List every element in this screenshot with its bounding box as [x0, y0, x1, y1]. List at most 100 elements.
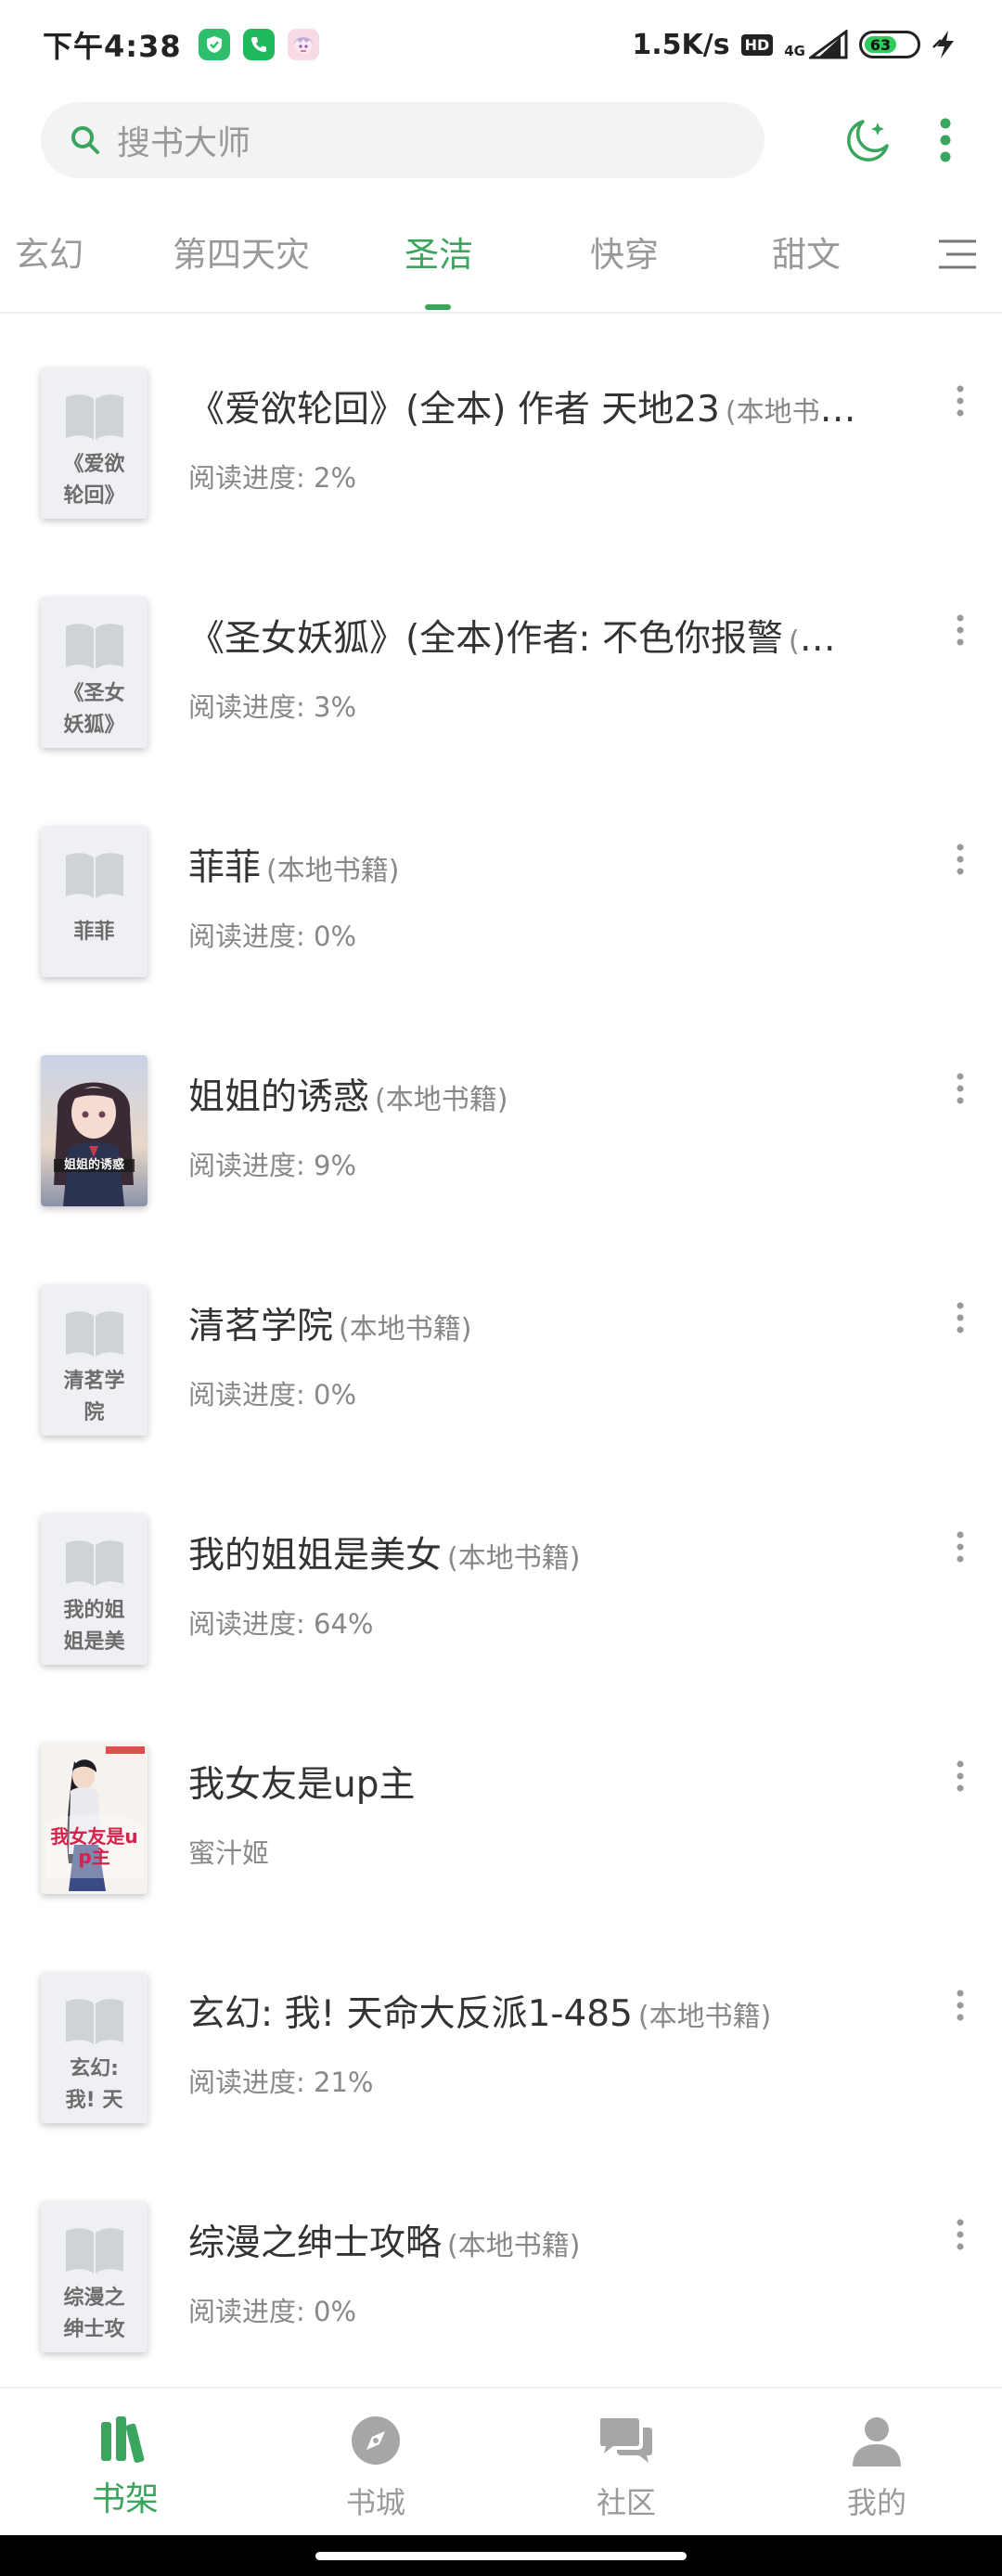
book-item[interactable]: 姐姐的诱惑 姐姐的诱惑 (本地书籍) 阅读进度: 9% [0, 1020, 1002, 1249]
book-item[interactable]: 《爱欲轮回》 《爱欲轮回》(全本) 作者 天地23 (本地书籍) 阅读进度: 2% [0, 332, 1002, 561]
night-mode-icon[interactable] [842, 115, 893, 165]
book-placeholder-icon [65, 394, 123, 440]
book-title-text: 玄幻: 我! 天命大反派1-485 [188, 1993, 633, 2035]
book-title-text: 《圣女妖狐》(全本)作者: 不色你报警 [188, 618, 783, 660]
tab-tianwen[interactable]: 甜文 [772, 226, 841, 277]
book-title-text: 《爱欲轮回》(全本) 作者 天地23 [188, 389, 720, 431]
hd-badge: HD [740, 33, 774, 56]
battery-icon: 63 [859, 31, 920, 58]
reading-progress: 阅读进度: 2% [188, 462, 356, 494]
phone-app-icon [242, 29, 275, 60]
cover-title: 《爱欲轮回》 [63, 453, 125, 508]
cover-title: 综漫之绅士攻 [63, 2286, 125, 2341]
bookshelf-icon [101, 2416, 145, 2463]
book-title: 清茗学院 (本地书籍) [188, 1297, 856, 1349]
search-input[interactable]: 搜书大师 [41, 102, 764, 178]
network-speed: 1.5K/s [632, 28, 730, 61]
cover-title: 《圣女妖狐》 [63, 682, 125, 737]
book-source-tag: (本地书籍) [266, 855, 400, 887]
more-vertical-icon[interactable] [939, 117, 952, 163]
search-placeholder: 搜书大师 [117, 124, 251, 162]
status-app-icons [198, 29, 319, 60]
book-item[interactable]: 菲菲 菲菲 (本地书籍) 阅读进度: 0% [0, 791, 1002, 1020]
book-more-icon[interactable] [956, 843, 965, 876]
book-title: 我女友是up主 [188, 1756, 856, 1808]
cover-illustration [41, 1743, 148, 1894]
book-title-text: 综漫之绅士攻略 [188, 2222, 443, 2264]
book-item[interactable]: 我女友是up主 我女友是up主 蜜汁姬 [0, 1707, 1002, 1937]
book-source-tag: (本地书籍) [375, 1084, 508, 1116]
book-cover-image: 姐姐的诱惑 [41, 1055, 148, 1206]
network-type: 4G [784, 43, 805, 59]
book-more-icon[interactable] [956, 2218, 965, 2251]
app-header: 搜书大师 [0, 89, 1002, 191]
cover-title: 玄幻: 我! 天 [65, 2057, 123, 2112]
compass-icon [352, 2416, 400, 2465]
category-tabs: 玄幻 第四天灾 圣洁 快穿 甜文 [0, 210, 1002, 314]
book-placeholder-icon [65, 1540, 123, 1586]
cover-image-title: 我女友是up主 [50, 1825, 138, 1868]
status-bar: 下午4:38 1.5K/s HD 4G 63 [0, 0, 1002, 89]
book-placeholder-icon [65, 2228, 123, 2273]
search-icon [71, 126, 99, 154]
book-cover: 玄幻: 我! 天 [41, 1972, 148, 2123]
charging-icon [932, 31, 954, 58]
book-author: 蜜汁姬 [188, 1837, 270, 1869]
nav-label: 我的 [846, 2485, 906, 2520]
book-more-icon[interactable] [956, 384, 965, 418]
tab-kuaichuan[interactable]: 快穿 [590, 226, 659, 277]
cover-title: 清茗学院 [63, 1370, 125, 1424]
book-placeholder-icon [65, 1311, 123, 1357]
book-cover: 菲菲 [41, 826, 148, 977]
book-cover: 《爱欲轮回》 [41, 367, 148, 519]
nav-label: 书城 [345, 2485, 405, 2520]
cover-image-title: 姐姐的诱惑 [63, 1158, 124, 1172]
reading-progress: 阅读进度: 0% [188, 921, 356, 952]
book-source-tag: (本地书籍) [447, 2230, 581, 2262]
tab-xuanhuan[interactable]: 玄幻 [15, 226, 84, 277]
book-cover: 《圣女妖狐》 [41, 597, 148, 748]
category-menu-icon[interactable] [937, 238, 978, 271]
reading-progress: 阅读进度: 0% [188, 2296, 356, 2327]
book-title: 综漫之绅士攻略 (本地书籍) [188, 2214, 856, 2266]
reading-progress: 阅读进度: 9% [188, 1150, 356, 1181]
book-item[interactable]: 《圣女妖狐》 《圣女妖狐》(全本)作者: 不色你报警(本地书籍) 阅读进度: 3… [0, 561, 1002, 791]
book-item[interactable]: 综漫之绅士攻 综漫之绅士攻略 (本地书籍) 阅读进度: 0% [0, 2166, 1002, 2395]
book-more-icon[interactable] [956, 1301, 965, 1334]
bookshelf-list: 《爱欲轮回》 《爱欲轮回》(全本) 作者 天地23 (本地书籍) 阅读进度: 2%… [0, 332, 1002, 2395]
reading-progress: 阅读进度: 3% [188, 691, 356, 723]
book-more-icon[interactable] [956, 613, 965, 647]
user-icon [853, 2417, 901, 2467]
book-source-tag: (本地书籍) [637, 2001, 772, 2033]
book-more-icon[interactable] [956, 1072, 965, 1105]
book-title-text: 我的姐姐是美女 [188, 1535, 443, 1577]
bottom-navigation: 书架 书城 社区 我的 [0, 2387, 1002, 2535]
signal-icon: 4G [784, 30, 848, 59]
reading-progress: 阅读进度: 64% [188, 1608, 374, 1640]
nav-bookshelf[interactable]: 书架 [0, 2389, 250, 2535]
book-more-icon[interactable] [956, 1530, 965, 1564]
chat-bubbles-icon [600, 2418, 652, 2463]
tab-shengjie[interactable]: 圣洁 [405, 226, 473, 277]
tab-disitianzai[interactable]: 第四天灾 [173, 226, 310, 277]
book-item[interactable]: 我的姐姐是美 我的姐姐是美女 (本地书籍) 阅读进度: 64% [0, 1478, 1002, 1707]
system-gesture-area [0, 2535, 1002, 2576]
nav-profile[interactable]: 我的 [752, 2389, 1002, 2535]
book-cover: 综漫之绅士攻 [41, 2201, 148, 2352]
book-title-text: 清茗学院 [188, 1306, 334, 1347]
book-source-tag: (本地书籍) [725, 396, 856, 429]
book-item[interactable]: 清茗学院 清茗学院 (本地书籍) 阅读进度: 0% [0, 1249, 1002, 1478]
home-gesture-bar[interactable] [315, 2552, 687, 2560]
cover-title: 我的姐姐是美 [63, 1599, 125, 1654]
nav-bookstore[interactable]: 书城 [250, 2389, 501, 2535]
book-source-tag: (本地书籍) [788, 625, 856, 658]
screen: 下午4:38 1.5K/s HD 4G 63 搜书大师 玄幻 第四天灾 圣洁 快… [0, 0, 1002, 2576]
book-title-text: 姐姐的诱惑 [188, 1076, 370, 1118]
book-more-icon[interactable] [956, 1989, 965, 2022]
book-item[interactable]: 玄幻: 我! 天 玄幻: 我! 天命大反派1-485 (本地书籍) 阅读进度: 2… [0, 1937, 1002, 2166]
book-placeholder-icon [65, 853, 123, 898]
book-more-icon[interactable] [956, 1759, 965, 1793]
book-title: 《爱欲轮回》(全本) 作者 天地23 (本地书籍) [188, 380, 856, 432]
reading-progress: 阅读进度: 21% [188, 2067, 374, 2098]
nav-community[interactable]: 社区 [501, 2389, 752, 2535]
